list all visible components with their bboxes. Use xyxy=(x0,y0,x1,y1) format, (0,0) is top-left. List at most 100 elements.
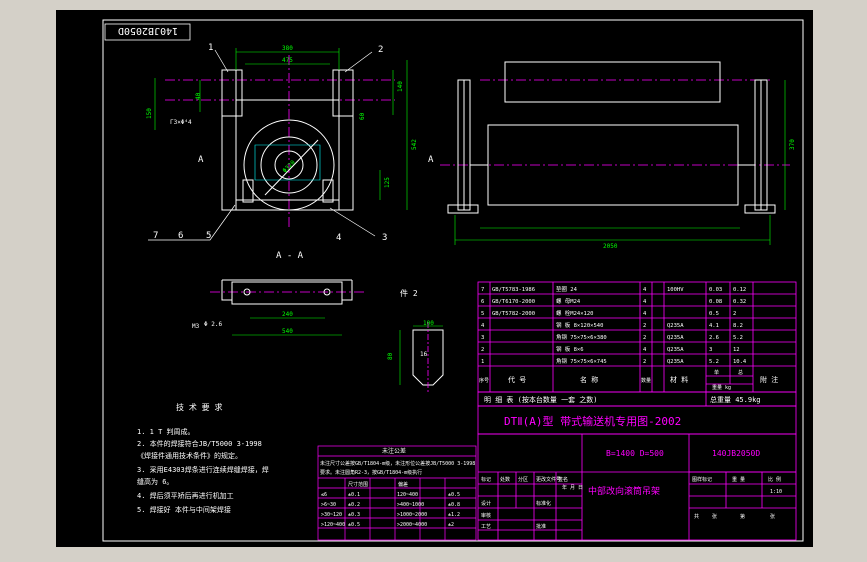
cad-drawing-sheet: 140JB2050D 380 475 150 40 140 542 125 Φ3… xyxy=(0,0,867,562)
tolerance-note-1: 未注尺寸公差按GB/T1804-m级，未注形位公差按JB/T5000 3-199… xyxy=(320,460,475,467)
tolerance-cell: ±0.8 xyxy=(448,502,460,508)
bom-cell: 3 xyxy=(709,347,712,353)
bom-cell: 5 xyxy=(481,311,484,317)
bom-summary-text: 明 细 表 (按本台数量 一套 之数) xyxy=(484,395,598,404)
front-dim-right-a: 140 xyxy=(397,81,404,92)
bom-cell: 2 xyxy=(733,311,736,317)
section-aa-label: A - A xyxy=(276,251,304,261)
bom-cell: 6 xyxy=(481,299,484,305)
bom-cell: GB/T6170-2000 xyxy=(492,299,535,305)
bom-cell: 0.08 xyxy=(709,299,722,305)
section-aa-dim-bottom: 540 xyxy=(282,328,293,335)
tolerance-cell: ≤6 xyxy=(321,492,327,498)
detail-dim-side: 80 xyxy=(387,352,394,360)
bom-header-cell: 数量 xyxy=(641,377,651,384)
main-title: DTⅡ(A)型 带式输送机专用图-2002 xyxy=(504,414,681,428)
bom-cell: GB/T5782-2000 xyxy=(492,311,535,317)
bom-header-cell: 附 注 xyxy=(760,375,778,384)
bom-cell: GB/T5783-1986 xyxy=(492,287,535,293)
bom-cell: 7 xyxy=(481,287,484,293)
bom-cell: 2 xyxy=(643,323,646,329)
title-cell: 分区 xyxy=(518,476,528,483)
bom-weight-label: 重量 kg xyxy=(712,384,731,391)
bom-cell: 螺 母M24 xyxy=(556,297,581,305)
front-dim-note: Γ3×Φ⁴4 xyxy=(170,119,192,126)
bom-cell: 5.2 xyxy=(733,335,743,341)
tech-req-item: 2. 本件的焊接符合JB/T5000 3-1998 xyxy=(137,439,262,448)
front-dim-small-h: 125 xyxy=(384,177,391,188)
tolerance-cell: >2000~4000 xyxy=(397,522,427,528)
title-scale: 1:10 xyxy=(770,489,782,495)
section-aa-dim-left: Φ 2.6 xyxy=(204,321,222,328)
bom-header-cell: 代 号 xyxy=(508,375,526,384)
bom-header-cell: 单 xyxy=(714,369,719,376)
bom-cell: 角钢 75×75×6×380 xyxy=(556,333,607,341)
title-cell: 标记 xyxy=(481,476,491,483)
bom-cell: 0.5 xyxy=(709,311,719,317)
bom-cell: 100HV xyxy=(667,287,684,293)
bom-header-cell: 总 xyxy=(738,369,743,376)
bom-cell: 钢 板 8×120×540 xyxy=(556,321,603,329)
tolerance-cell: ±2 xyxy=(448,522,454,528)
front-dim-top-inner: 475 xyxy=(282,57,293,64)
bom-cell: 1 xyxy=(481,359,484,365)
front-dim-left-b: 40 xyxy=(195,92,202,100)
bom-cell: 垫圈 24 xyxy=(556,285,578,293)
rotated-drawing-number: 140JB2050D xyxy=(118,25,178,36)
side-dim-bottom: 2050 xyxy=(603,243,618,250)
balloon-4: 4 xyxy=(336,233,341,243)
title-row-label: 标准化 xyxy=(536,500,551,507)
title-row-label: 批准 xyxy=(536,523,546,530)
tolerance-cell: ±0.5 xyxy=(448,492,460,498)
title-sheet: 张 xyxy=(712,513,717,520)
balloon-1: 1 xyxy=(208,43,213,53)
title-sheet: 张 xyxy=(770,513,775,520)
tolerance-cell: >30~120 xyxy=(321,512,342,518)
bom-cell: 8.2 xyxy=(733,323,743,329)
bom-cell: 螺 栓M24×120 xyxy=(556,309,594,317)
detail-dim-top: 100 xyxy=(423,320,434,327)
drawing-number: 140JB2050D xyxy=(712,449,760,458)
balloon-6: 6 xyxy=(178,231,183,241)
balloon-2: 2 xyxy=(378,45,383,55)
bom-cell: 2.6 xyxy=(709,335,719,341)
title-row-label: 设计 xyxy=(481,500,491,507)
title-right-header: 图样标记 xyxy=(692,476,712,483)
spec-text: B=1400 D=500 xyxy=(606,449,664,458)
title-row-label: 工艺 xyxy=(481,524,491,530)
title-cell: 处数 xyxy=(500,476,510,483)
tolerance-cell: ±0.1 xyxy=(348,492,360,498)
bom-cell: Q235A xyxy=(667,359,684,365)
bom-header-cell: 材 料 xyxy=(670,375,688,384)
bom-cell: 角钢 75×75×6×745 xyxy=(556,357,607,365)
bom-cell: 2 xyxy=(643,359,646,365)
balloon-7: 7 xyxy=(153,231,158,241)
balloon-3: 3 xyxy=(382,233,387,243)
side-section-mark: A xyxy=(428,155,434,165)
title-sheet: 共 xyxy=(694,513,699,520)
front-section-mark: A xyxy=(198,155,204,165)
tolerance-cell: >400~1000 xyxy=(397,502,424,508)
section-aa-note: M3 xyxy=(192,323,200,330)
bom-cell: 0.32 xyxy=(733,299,746,305)
tolerance-cell: 120~400 xyxy=(397,492,418,498)
title-right-header: 重 量 xyxy=(732,476,745,483)
bom-cell: 0.03 xyxy=(709,287,722,293)
part-name: 中部改向滚筒吊架 xyxy=(588,485,660,497)
title-cell: 签名 xyxy=(558,476,568,483)
bom-cell: 10.4 xyxy=(733,359,747,365)
tolerance-header-cell: 尺寸范围 xyxy=(348,481,368,488)
front-dim-top-outer: 380 xyxy=(282,45,293,52)
title-sheet: 第 xyxy=(740,513,745,520)
bom-header-cell: 名 称 xyxy=(580,375,598,384)
section-aa-part-ref: 件 2 xyxy=(400,288,418,298)
bom-cell: Q235A xyxy=(667,323,684,329)
bom-total-weight: 总重量 45.9kg xyxy=(710,395,761,404)
balloon-5: 5 xyxy=(206,231,211,241)
tolerance-note-2: 要求。未注圆角R2-3，按GB/T1804-m级执行 xyxy=(320,469,422,476)
tech-req-item: 缝高为 6。 xyxy=(137,477,173,486)
tolerance-title: 未注公差 xyxy=(382,447,406,455)
tolerance-header-cell: 偏差 xyxy=(398,481,408,488)
bom-cell: 3 xyxy=(481,335,484,341)
tech-req-item: 4. 焊后须平矫后再进行机加工 xyxy=(137,491,234,500)
